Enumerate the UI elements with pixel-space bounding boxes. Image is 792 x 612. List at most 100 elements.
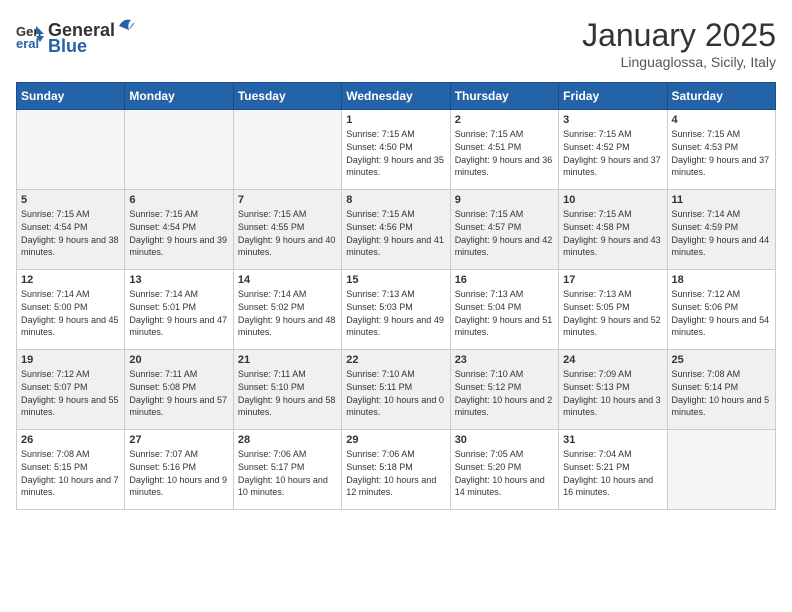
calendar-cell: 4 Sunrise: 7:15 AMSunset: 4:53 PMDaylight… <box>667 110 775 190</box>
calendar-cell: 8 Sunrise: 7:15 AMSunset: 4:56 PMDaylight… <box>342 190 450 270</box>
calendar-cell: 29Sunrise: 7:06 AMSunset: 5:18 PMDayligh… <box>342 430 450 510</box>
day-number: 25 <box>672 354 771 366</box>
col-header-friday: Friday <box>559 83 667 110</box>
day-number: 21 <box>238 354 337 366</box>
calendar-cell: 19 Sunrise: 7:12 AMSunset: 5:07 PMDayligh… <box>17 350 125 430</box>
calendar-cell: 31 Sunrise: 7:04 AMSunset: 5:21 PMDayligh… <box>559 430 667 510</box>
day-number: 20 <box>129 354 228 366</box>
calendar-cell: 13 Sunrise: 7:14 AMSunset: 5:01 PMDayligh… <box>125 270 233 350</box>
calendar-table: SundayMondayTuesdayWednesdayThursdayFrid… <box>16 82 776 510</box>
day-info: Sunrise: 7:15 AMSunset: 4:55 PMDaylight:… <box>238 208 337 258</box>
calendar-cell: 17Sunrise: 7:13 AMSunset: 5:05 PMDayligh… <box>559 270 667 350</box>
logo-bird-icon <box>117 16 135 36</box>
day-info: Sunrise: 7:15 AMSunset: 4:52 PMDaylight:… <box>563 128 662 178</box>
calendar-cell: 26Sunrise: 7:08 AMSunset: 5:15 PMDayligh… <box>17 430 125 510</box>
logo-icon: Gen eral <box>16 22 44 50</box>
day-number: 10 <box>563 194 662 206</box>
day-number: 30 <box>455 434 554 446</box>
week-row-5: 26Sunrise: 7:08 AMSunset: 5:15 PMDayligh… <box>17 430 776 510</box>
logo: Gen eral General Blue <box>16 16 135 57</box>
col-header-wednesday: Wednesday <box>342 83 450 110</box>
day-number: 13 <box>129 274 228 286</box>
day-number: 17 <box>563 274 662 286</box>
day-info: Sunrise: 7:15 AMSunset: 4:54 PMDaylight:… <box>21 208 120 258</box>
day-number: 27 <box>129 434 228 446</box>
location-subtitle: Linguaglossa, Sicily, Italy <box>582 54 776 70</box>
week-row-3: 12Sunrise: 7:14 AMSunset: 5:00 PMDayligh… <box>17 270 776 350</box>
day-info: Sunrise: 7:15 AMSunset: 4:56 PMDaylight:… <box>346 208 445 258</box>
day-number: 9 <box>455 194 554 206</box>
svg-text:eral: eral <box>16 36 39 50</box>
day-number: 22 <box>346 354 445 366</box>
day-number: 24 <box>563 354 662 366</box>
day-number: 28 <box>238 434 337 446</box>
calendar-cell: 25 Sunrise: 7:08 AMSunset: 5:14 PMDayligh… <box>667 350 775 430</box>
day-number: 26 <box>21 434 120 446</box>
day-number: 4 <box>672 114 771 126</box>
title-block: January 2025 Linguaglossa, Sicily, Italy <box>582 16 776 70</box>
calendar-cell: 12Sunrise: 7:14 AMSunset: 5:00 PMDayligh… <box>17 270 125 350</box>
logo-text: General Blue <box>48 16 135 57</box>
calendar-cell: 11 Sunrise: 7:14 AMSunset: 4:59 PMDayligh… <box>667 190 775 270</box>
calendar-cell: 6Sunrise: 7:15 AMSunset: 4:54 PMDaylight… <box>125 190 233 270</box>
calendar-cell <box>125 110 233 190</box>
calendar-cell: 27Sunrise: 7:07 AMSunset: 5:16 PMDayligh… <box>125 430 233 510</box>
day-info: Sunrise: 7:10 AMSunset: 5:12 PMDaylight:… <box>455 368 554 418</box>
day-number: 18 <box>672 274 771 286</box>
day-info: Sunrise: 7:15 AMSunset: 4:58 PMDaylight:… <box>563 208 662 258</box>
calendar-cell: 7Sunrise: 7:15 AMSunset: 4:55 PMDaylight… <box>233 190 341 270</box>
col-header-tuesday: Tuesday <box>233 83 341 110</box>
day-info: Sunrise: 7:12 AMSunset: 5:07 PMDaylight:… <box>21 368 120 418</box>
day-info: Sunrise: 7:10 AMSunset: 5:11 PMDaylight:… <box>346 368 445 418</box>
day-number: 2 <box>455 114 554 126</box>
day-info: Sunrise: 7:09 AMSunset: 5:13 PMDaylight:… <box>563 368 662 418</box>
day-info: Sunrise: 7:14 AMSunset: 4:59 PMDaylight:… <box>672 208 771 258</box>
day-number: 31 <box>563 434 662 446</box>
calendar-cell <box>667 430 775 510</box>
calendar-cell: 20 Sunrise: 7:11 AMSunset: 5:08 PMDayligh… <box>125 350 233 430</box>
day-number: 12 <box>21 274 120 286</box>
col-header-saturday: Saturday <box>667 83 775 110</box>
day-info: Sunrise: 7:08 AMSunset: 5:14 PMDaylight:… <box>672 368 771 418</box>
week-row-1: 1Sunrise: 7:15 AMSunset: 4:50 PMDaylight… <box>17 110 776 190</box>
calendar-cell: 15 Sunrise: 7:13 AMSunset: 5:03 PMDayligh… <box>342 270 450 350</box>
calendar-cell: 18Sunrise: 7:12 AMSunset: 5:06 PMDayligh… <box>667 270 775 350</box>
day-info: Sunrise: 7:11 AMSunset: 5:10 PMDaylight:… <box>238 368 337 418</box>
page-header: Gen eral General Blue January 2025 Lingu… <box>16 16 776 70</box>
calendar-cell: 3 Sunrise: 7:15 AMSunset: 4:52 PMDaylight… <box>559 110 667 190</box>
day-info: Sunrise: 7:13 AMSunset: 5:03 PMDaylight:… <box>346 288 445 338</box>
calendar-cell: 2Sunrise: 7:15 AMSunset: 4:51 PMDaylight… <box>450 110 558 190</box>
day-number: 8 <box>346 194 445 206</box>
day-number: 29 <box>346 434 445 446</box>
calendar-cell: 14Sunrise: 7:14 AMSunset: 5:02 PMDayligh… <box>233 270 341 350</box>
calendar-cell: 5 Sunrise: 7:15 AMSunset: 4:54 PMDaylight… <box>17 190 125 270</box>
day-info: Sunrise: 7:15 AMSunset: 4:53 PMDaylight:… <box>672 128 771 178</box>
col-header-sunday: Sunday <box>17 83 125 110</box>
day-number: 19 <box>21 354 120 366</box>
calendar-cell <box>17 110 125 190</box>
calendar-cell: 21 Sunrise: 7:11 AMSunset: 5:10 PMDayligh… <box>233 350 341 430</box>
calendar-cell: 24 Sunrise: 7:09 AMSunset: 5:13 PMDayligh… <box>559 350 667 430</box>
day-number: 3 <box>563 114 662 126</box>
day-info: Sunrise: 7:11 AMSunset: 5:08 PMDaylight:… <box>129 368 228 418</box>
col-header-monday: Monday <box>125 83 233 110</box>
day-info: Sunrise: 7:04 AMSunset: 5:21 PMDaylight:… <box>563 448 662 498</box>
calendar-cell: 23 Sunrise: 7:10 AMSunset: 5:12 PMDayligh… <box>450 350 558 430</box>
day-number: 5 <box>21 194 120 206</box>
calendar-cell: 1Sunrise: 7:15 AMSunset: 4:50 PMDaylight… <box>342 110 450 190</box>
calendar-cell: 16 Sunrise: 7:13 AMSunset: 5:04 PMDayligh… <box>450 270 558 350</box>
day-number: 15 <box>346 274 445 286</box>
day-info: Sunrise: 7:06 AMSunset: 5:17 PMDaylight:… <box>238 448 337 498</box>
day-number: 14 <box>238 274 337 286</box>
calendar-cell <box>233 110 341 190</box>
day-info: Sunrise: 7:13 AMSunset: 5:04 PMDaylight:… <box>455 288 554 338</box>
calendar-cell: 10 Sunrise: 7:15 AMSunset: 4:58 PMDayligh… <box>559 190 667 270</box>
day-info: Sunrise: 7:14 AMSunset: 5:01 PMDaylight:… <box>129 288 228 338</box>
calendar-header-row: SundayMondayTuesdayWednesdayThursdayFrid… <box>17 83 776 110</box>
day-number: 23 <box>455 354 554 366</box>
calendar-cell: 22 Sunrise: 7:10 AMSunset: 5:11 PMDayligh… <box>342 350 450 430</box>
calendar-cell: 28 Sunrise: 7:06 AMSunset: 5:17 PMDayligh… <box>233 430 341 510</box>
day-number: 16 <box>455 274 554 286</box>
calendar-cell: 9Sunrise: 7:15 AMSunset: 4:57 PMDaylight… <box>450 190 558 270</box>
day-number: 11 <box>672 194 771 206</box>
